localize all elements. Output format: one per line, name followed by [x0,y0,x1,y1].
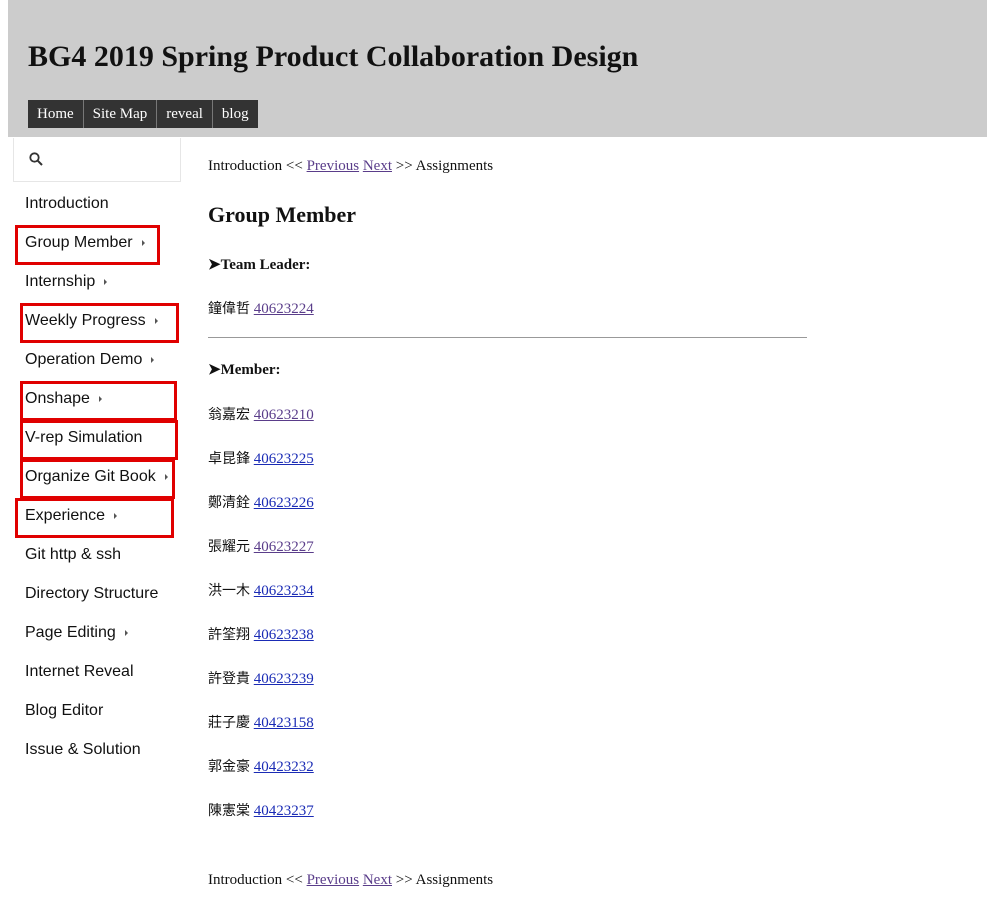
submenu-caret-icon [124,629,128,636]
breadcrumb-next-page: Assignments [415,872,494,888]
member-row: 張耀元 40623227 [208,536,314,556]
page-title: Group Member [208,202,357,227]
member-row: 許登貴 40623239 [208,668,314,688]
nav-blog[interactable]: blog [212,100,258,128]
site-header: BG4 2019 Spring Product Collaboration De… [8,0,987,137]
site-title: BG4 2019 Spring Product Collaboration De… [28,40,639,73]
member-id-link[interactable]: 40623224 [254,301,314,317]
member-name: 張耀元 [208,539,250,555]
sidebar-item-label: Experience [25,507,106,524]
sidebar-item-label: Onshape [25,390,90,407]
sidebar-item[interactable]: Issue & Solution [25,741,141,759]
member-row: 莊子慶 40423158 [208,712,314,732]
member-row: 陳憲棠 40423237 [208,800,314,820]
breadcrumb-prev-page: Introduction [208,158,283,174]
sidebar-item[interactable]: Experience [25,507,118,525]
sidebar-item-label: Group Member [25,234,133,251]
sidebar-item[interactable]: Blog Editor [25,702,103,720]
sidebar-item-label: Introduction [25,195,109,212]
member-row: 郭金豪 40423232 [208,756,314,776]
sidebar-item[interactable]: Organize Git Book [25,468,168,486]
submenu-caret-icon [98,395,102,402]
member-name: 許登貴 [208,671,250,687]
sidebar-item[interactable]: Page Editing [25,624,128,642]
sidebar-item-label: Directory Structure [25,585,159,602]
divider [208,337,807,338]
next-link[interactable]: Next [363,158,392,174]
sidebar-item-label: Organize Git Book [25,468,156,485]
sidebar-item-label: V-rep Simulation [25,429,143,446]
member-id-link[interactable]: 40423237 [254,803,314,819]
sidebar-item[interactable]: Internet Reveal [25,663,134,681]
sidebar-item-label: Issue & Solution [25,741,141,758]
member-row: 卓昆鋒 40623225 [208,448,314,468]
sidebar-item[interactable]: Operation Demo [25,351,155,369]
breadcrumb-next-sep: >> [395,872,413,888]
sidebar-item[interactable]: Internship [25,273,108,291]
submenu-caret-icon [154,317,158,324]
member-name: 許筌翔 [208,627,250,643]
member-id-link[interactable]: 40623225 [254,451,314,467]
member-id-link[interactable]: 40623239 [254,671,314,687]
member-name: 莊子慶 [208,715,250,731]
member-row: 翁嘉宏 40623210 [208,404,314,424]
submenu-caret-icon [164,473,168,480]
member-id-link[interactable]: 40623226 [254,495,314,511]
submenu-caret-icon [141,239,145,246]
sidebar-item-label: Internet Reveal [25,663,134,680]
member-name: 鄭清銓 [208,495,250,511]
nav-home[interactable]: Home [28,100,84,128]
member-id-link[interactable]: 40623238 [254,627,314,643]
sidebar-item-label: Weekly Progress [25,312,146,329]
search-input[interactable] [13,138,181,182]
submenu-caret-icon [114,512,118,519]
team-leader-row: 鐘偉哲 40623224 [208,298,314,318]
submenu-caret-icon [104,278,108,285]
nav-reveal[interactable]: reveal [157,100,213,128]
member-id-link[interactable]: 40623210 [254,407,314,423]
member-name: 鐘偉哲 [208,301,250,317]
member-row: 洪一木 40623234 [208,580,314,600]
sidebar-item-label: Operation Demo [25,351,143,368]
sidebar-item[interactable]: V-rep Simulation [25,429,142,447]
member-row: 許筌翔 40623238 [208,624,314,644]
member-row: 鄭清銓 40623226 [208,492,314,512]
breadcrumb-next-sep: >> [395,158,413,174]
search-icon [29,152,43,166]
top-nav: Home Site Map reveal blog [28,100,258,128]
member-id-link[interactable]: 40623227 [254,539,314,555]
sidebar-item[interactable]: Directory Structure [25,585,158,603]
member-heading: ➤Member: [208,362,281,378]
previous-link[interactable]: Previous [307,158,360,174]
next-link[interactable]: Next [363,872,392,888]
sidebar-item[interactable]: Introduction [25,195,109,213]
member-name: 陳憲棠 [208,803,250,819]
breadcrumb-prev-sep: << [285,158,303,174]
previous-link[interactable]: Previous [307,872,360,888]
sidebar-item-label: Page Editing [25,624,116,641]
breadcrumb-bottom: Introduction << Previous Next >> Assignm… [208,872,493,889]
breadcrumb: Introduction << Previous Next >> Assignm… [208,158,493,175]
sidebar-item[interactable]: Group Member [25,234,145,252]
member-name: 郭金豪 [208,759,250,775]
team-leader-heading: ➤Team Leader: [208,257,311,273]
nav-site-map[interactable]: Site Map [83,100,158,128]
breadcrumb-next-page: Assignments [415,158,494,174]
sidebar-item-label: Internship [25,273,96,290]
member-id-link[interactable]: 40423158 [254,715,314,731]
member-name: 卓昆鋒 [208,451,250,467]
member-id-link[interactable]: 40423232 [254,759,314,775]
member-id-link[interactable]: 40623234 [254,583,314,599]
sidebar-item[interactable]: Git http & ssh [25,546,121,564]
breadcrumb-prev-page: Introduction [208,872,283,888]
member-name: 洪一木 [208,583,250,599]
sidebar-item[interactable]: Onshape [25,390,102,408]
sidebar-item-label: Blog Editor [25,702,104,719]
breadcrumb-prev-sep: << [285,872,303,888]
member-name: 翁嘉宏 [208,407,250,423]
submenu-caret-icon [151,356,155,363]
sidebar-item-label: Git http & ssh [25,546,122,563]
sidebar-item[interactable]: Weekly Progress [25,312,158,330]
